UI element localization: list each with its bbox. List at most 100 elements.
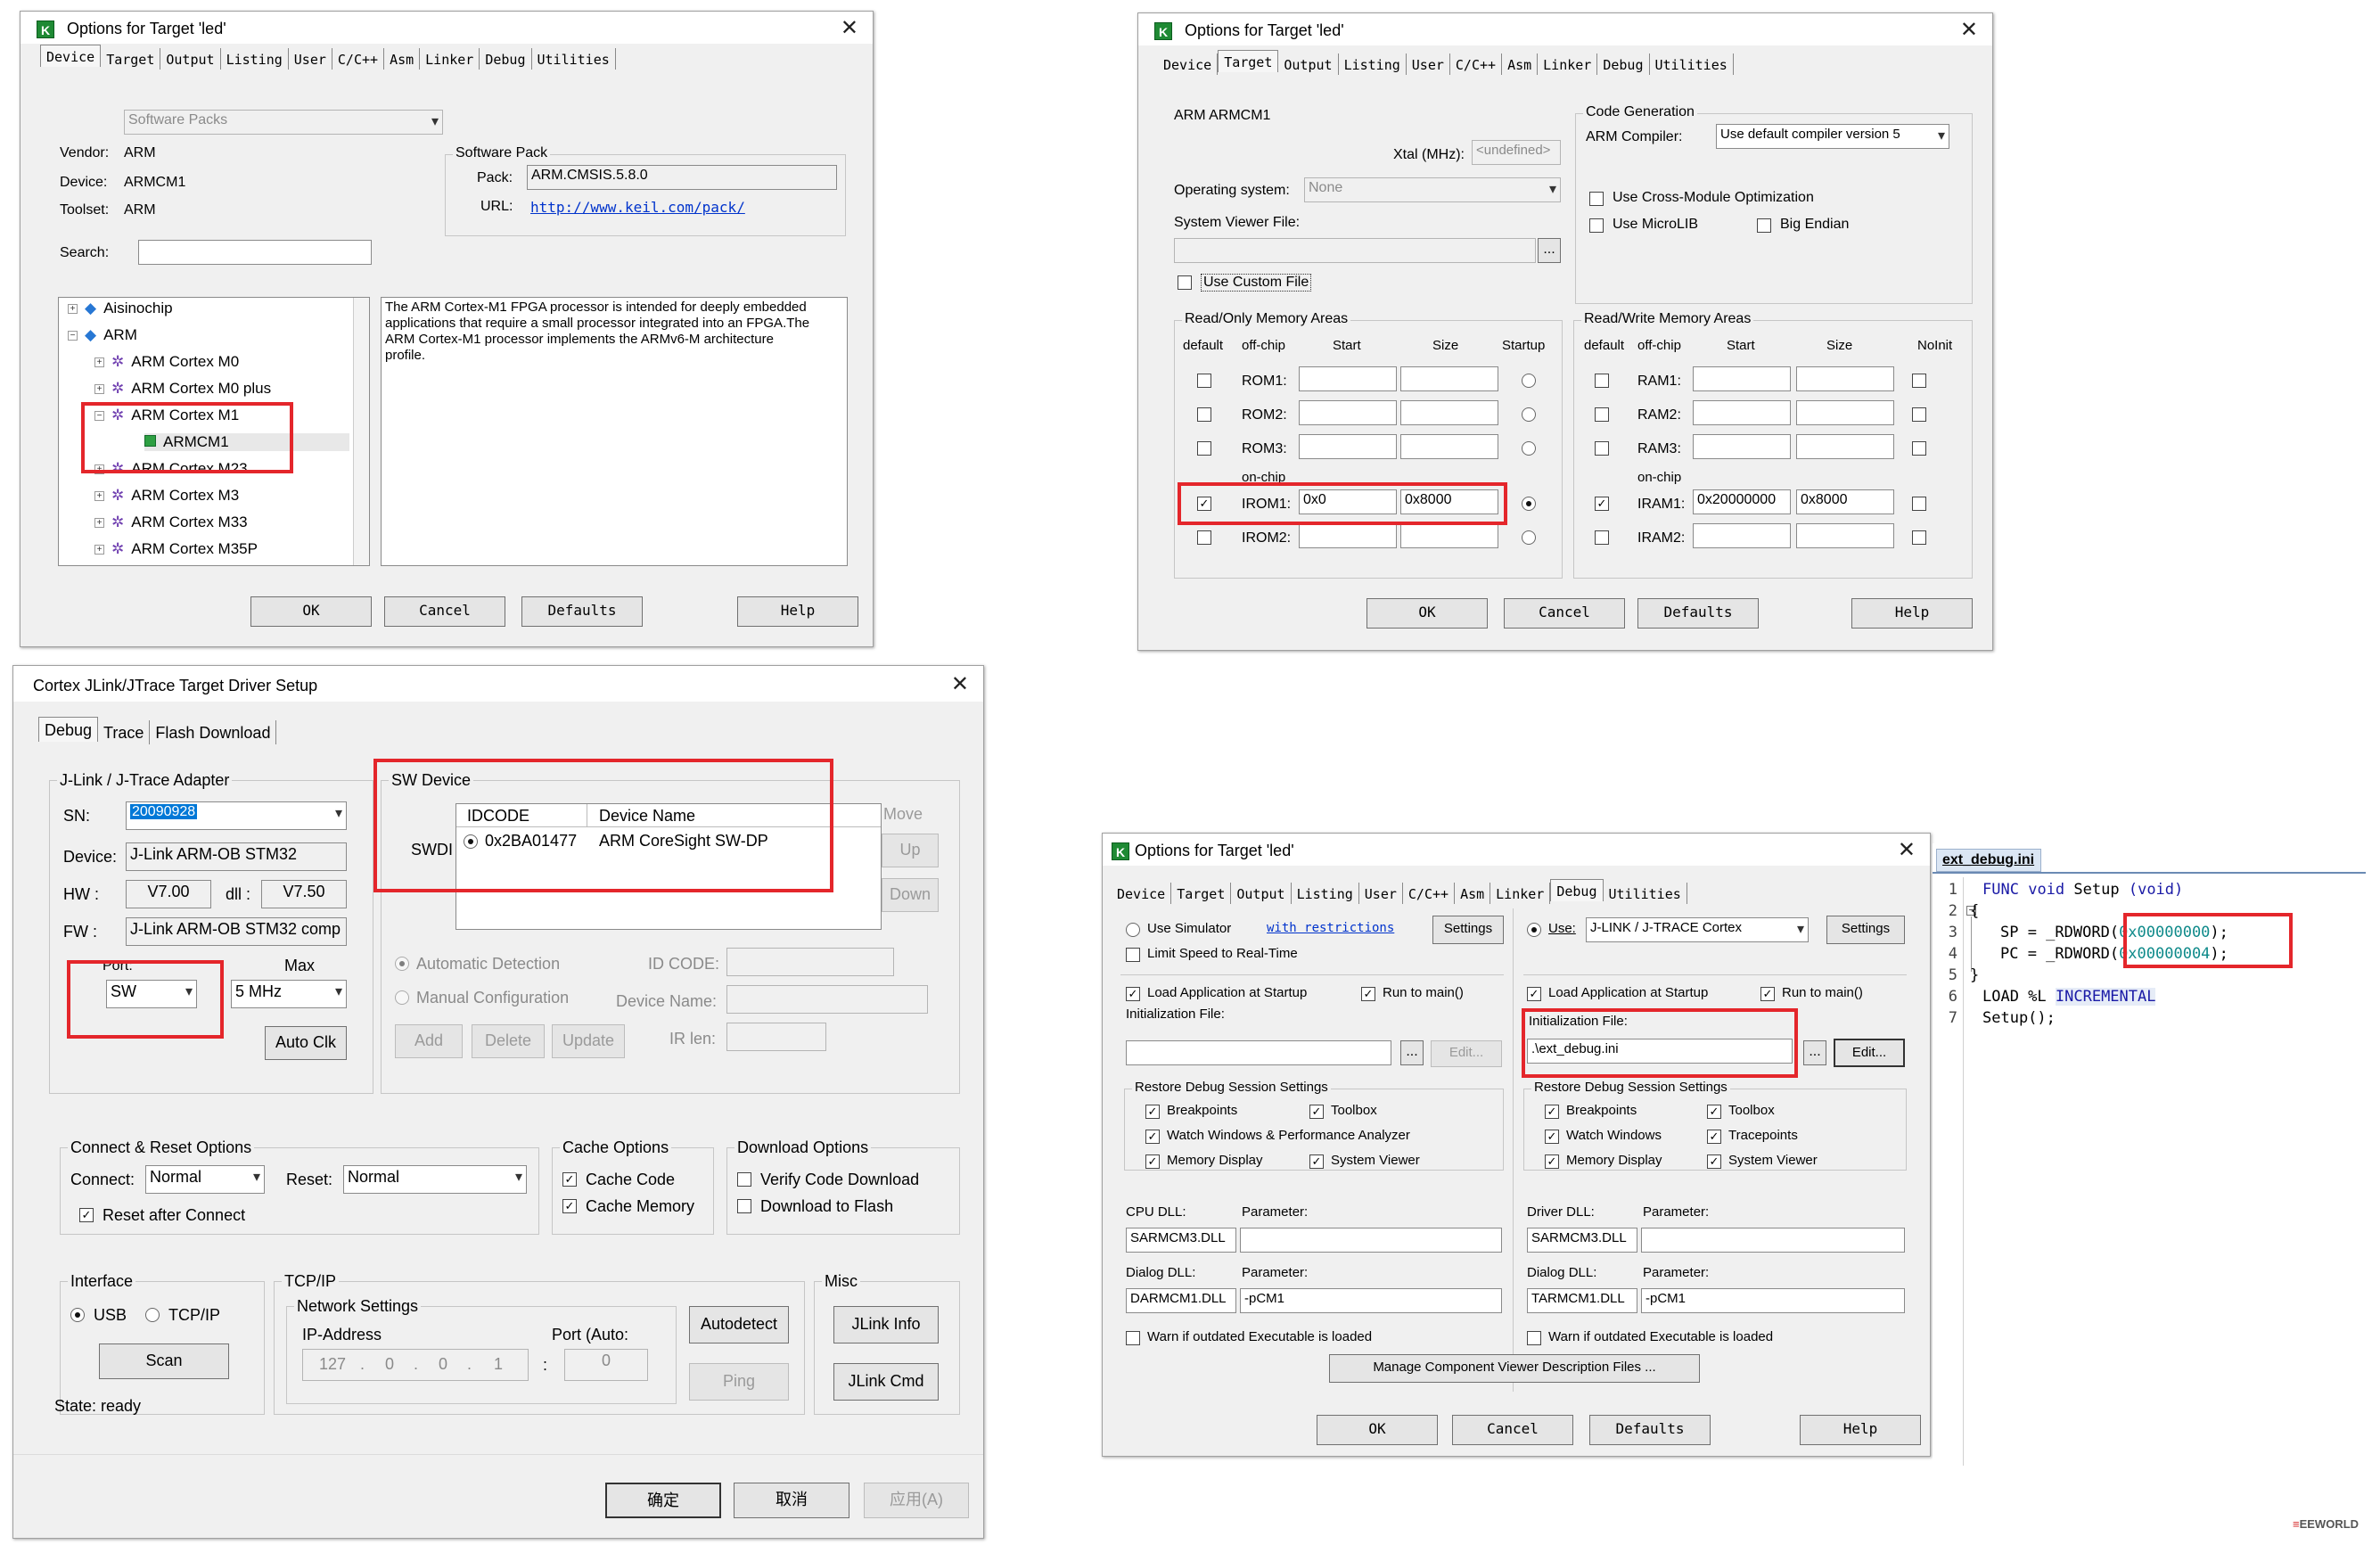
port-select[interactable]: SW: [106, 980, 197, 1008]
move-down-button[interactable]: Down: [882, 878, 939, 912]
cancel-button[interactable]: Cancel: [1504, 598, 1625, 629]
irom1-default-checkbox[interactable]: ✓: [1197, 497, 1211, 511]
tab-linker[interactable]: Linker: [1538, 53, 1598, 75]
tree-item[interactable]: + ✲ ARM Cortex M0 plus: [94, 380, 271, 398]
rom3-default-checkbox[interactable]: [1197, 441, 1211, 456]
dbg-init-file-input[interactable]: .\ext_debug.ini: [1527, 1039, 1793, 1064]
sim-settings-button[interactable]: Settings: [1432, 916, 1504, 944]
tree-item[interactable]: + ✲ ARM Cortex M0: [94, 353, 239, 371]
rom1-default-checkbox[interactable]: [1197, 374, 1211, 388]
ram2-noinit-checkbox[interactable]: [1912, 407, 1926, 422]
sim-init-file-input[interactable]: [1126, 1040, 1391, 1065]
irom2-size[interactable]: [1400, 523, 1498, 548]
warn-outdated-checkbox[interactable]: [1126, 1331, 1140, 1345]
ip-address-input[interactable]: 127 . 0 . 0 . 1: [302, 1349, 529, 1381]
delete-button[interactable]: Delete: [472, 1024, 545, 1058]
rom2-default-checkbox[interactable]: [1197, 407, 1211, 422]
dbg-memory-checkbox[interactable]: ✓: [1545, 1154, 1559, 1169]
iram2-start[interactable]: [1693, 523, 1791, 548]
irom1-start[interactable]: 0x0: [1299, 489, 1397, 514]
tab-linker[interactable]: Linker: [1490, 883, 1551, 904]
use-custom-checkbox[interactable]: [1178, 275, 1192, 290]
tab-user[interactable]: User: [1407, 53, 1450, 75]
cache-memory-checkbox[interactable]: ✓: [562, 1199, 577, 1213]
dbg-edit-button[interactable]: Edit...: [1834, 1039, 1905, 1067]
cache-code-checkbox[interactable]: ✓: [562, 1172, 577, 1187]
rom3-size[interactable]: [1400, 434, 1498, 459]
sim-memory-checkbox[interactable]: ✓: [1145, 1154, 1160, 1169]
use-simulator-radio[interactable]: [1126, 923, 1140, 937]
tree-item[interactable]: − ◆ ARM: [68, 326, 137, 344]
driver-param-input[interactable]: [1641, 1228, 1905, 1253]
sim-toolbox-checkbox[interactable]: ✓: [1309, 1105, 1324, 1119]
defaults-button[interactable]: Defaults: [521, 596, 643, 627]
move-up-button[interactable]: Up: [882, 834, 939, 867]
tab-debug[interactable]: Debug: [1597, 53, 1650, 75]
close-icon[interactable]: ✕: [1898, 837, 1916, 863]
run-main-checkbox[interactable]: ✓: [1361, 987, 1375, 1001]
iram1-size[interactable]: 0x8000: [1796, 489, 1894, 514]
dbg-dialog-dll-input[interactable]: TARMCM1.DLL: [1527, 1288, 1637, 1313]
software-packs-select[interactable]: Software Packs: [124, 110, 443, 135]
ram3-default-checkbox[interactable]: [1595, 441, 1609, 456]
ram1-start[interactable]: [1693, 366, 1791, 391]
defaults-button[interactable]: Defaults: [1589, 1415, 1711, 1445]
tab-device[interactable]: Device: [40, 45, 102, 67]
table-row[interactable]: 0x2BA01477 ARM CoreSight SW-DP: [456, 829, 881, 854]
tab-listing[interactable]: Listing: [1292, 883, 1359, 904]
tab-flash-download[interactable]: Flash Download: [150, 720, 277, 744]
irom2-default-checkbox[interactable]: [1197, 530, 1211, 545]
dbg-run-main-checkbox[interactable]: ✓: [1760, 987, 1775, 1001]
dbg-init-browse-button[interactable]: ...: [1803, 1040, 1826, 1065]
tab-asm[interactable]: Asm: [1502, 53, 1539, 75]
device-name-input[interactable]: [726, 985, 928, 1014]
search-input[interactable]: [138, 240, 372, 265]
cpu-dll-input[interactable]: SARMCM3.DLL: [1126, 1228, 1236, 1253]
sim-edit-button[interactable]: Edit...: [1431, 1040, 1502, 1067]
tab-asm[interactable]: Asm: [1455, 883, 1491, 904]
reset-select[interactable]: Normal: [343, 1165, 527, 1194]
cancel-button[interactable]: Cancel: [384, 596, 505, 627]
tab-debug[interactable]: Debug: [1550, 879, 1604, 901]
ram3-noinit-checkbox[interactable]: [1912, 441, 1926, 456]
ram1-size[interactable]: [1796, 366, 1894, 391]
tab-cpp[interactable]: C/C++: [332, 48, 385, 70]
tab-target[interactable]: Target: [1218, 50, 1279, 72]
dbg-tracepoints-checkbox[interactable]: ✓: [1707, 1130, 1721, 1144]
auto-detection-radio[interactable]: [395, 957, 409, 971]
cancel-button[interactable]: Cancel: [1452, 1415, 1573, 1445]
svf-browse-button[interactable]: ...: [1538, 238, 1561, 263]
dialog-param-input[interactable]: -pCM1: [1240, 1288, 1502, 1313]
ok-button[interactable]: OK: [1317, 1415, 1438, 1445]
tab-output[interactable]: Output: [160, 48, 221, 70]
rom3-startup-radio[interactable]: [1522, 441, 1536, 456]
tab-trace[interactable]: Trace: [98, 720, 151, 744]
scan-button[interactable]: Scan: [99, 1343, 229, 1379]
tab-linker[interactable]: Linker: [420, 48, 480, 70]
sim-breakpoints-checkbox[interactable]: ✓: [1145, 1105, 1160, 1119]
rom1-size[interactable]: [1400, 366, 1498, 391]
cancel-button[interactable]: 取消: [734, 1483, 849, 1518]
tab-debug[interactable]: Debug: [38, 717, 99, 742]
ram2-start[interactable]: [1693, 400, 1791, 425]
jlink-cmd-button[interactable]: JLink Cmd: [833, 1363, 939, 1401]
debugger-settings-button[interactable]: Settings: [1826, 916, 1905, 944]
verify-checkbox[interactable]: [737, 1172, 751, 1187]
add-button[interactable]: Add: [395, 1024, 463, 1058]
close-icon[interactable]: ✕: [1960, 17, 1978, 43]
sim-init-browse-button[interactable]: ...: [1400, 1040, 1424, 1065]
limit-speed-checkbox[interactable]: [1126, 948, 1140, 962]
dbg-breakpoints-checkbox[interactable]: ✓: [1545, 1105, 1559, 1119]
manage-component-button[interactable]: Manage Component Viewer Description File…: [1329, 1354, 1700, 1383]
tab-output[interactable]: Output: [1278, 53, 1339, 75]
url-link[interactable]: http://www.keil.com/pack/: [530, 199, 745, 216]
tree-item[interactable]: + ◆ Aisinochip: [68, 300, 173, 317]
irom2-start[interactable]: [1299, 523, 1397, 548]
sn-select[interactable]: 20090928: [126, 801, 347, 830]
autodetect-button[interactable]: Autodetect: [689, 1306, 789, 1343]
sim-sysview-checkbox[interactable]: ✓: [1309, 1154, 1324, 1169]
tab-cpp[interactable]: C/C++: [1450, 53, 1503, 75]
dbg-warn-outdated-checkbox[interactable]: [1527, 1331, 1541, 1345]
ram2-size[interactable]: [1796, 400, 1894, 425]
ip-port-input[interactable]: 0: [564, 1349, 648, 1381]
